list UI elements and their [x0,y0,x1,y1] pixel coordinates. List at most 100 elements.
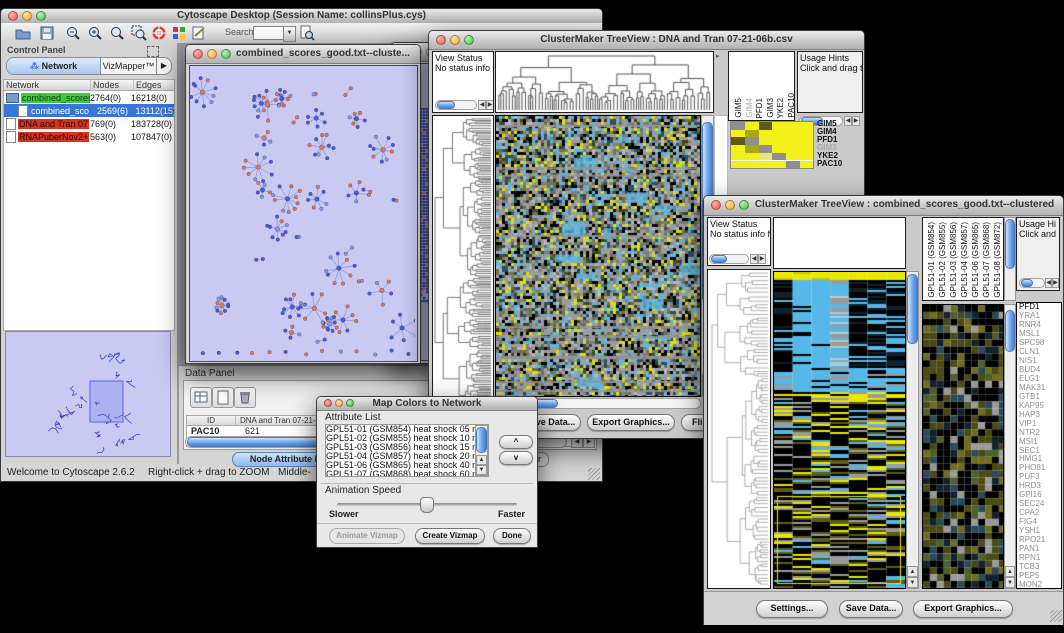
tv2-status-hscrollbar[interactable] [709,254,749,264]
heatmap-cell[interactable] [731,130,745,138]
heatmap-cell[interactable] [786,122,800,130]
heatmap-cell[interactable] [745,153,759,161]
heatmap-cell[interactable] [731,137,745,145]
tv1-button-1[interactable]: Export Graphics... [587,414,675,431]
heatmap-cell[interactable] [759,161,773,169]
scroll-down-arrow[interactable]: ▼ [1005,577,1015,588]
heatmap-cell[interactable] [786,161,800,169]
network-overview-panel[interactable] [5,331,171,457]
scroll-right-arrow[interactable]: ▶ [1052,278,1059,288]
heatmap-cell[interactable] [759,145,773,153]
scroll-down-arrow[interactable]: ▼ [907,577,918,588]
heatmap-cell[interactable] [800,145,814,153]
net1-canvas-area[interactable] [189,65,418,362]
tv1-titlebar[interactable]: ClusterMaker TreeView : DNA and Tran 07-… [429,31,864,50]
attribute-list[interactable]: GPL51-01 (GSM854) heat shock 05 min GPL51… [325,424,489,477]
heatmap-cell[interactable] [772,130,786,138]
heatmap-cell[interactable] [745,161,759,169]
tv2-heatmap[interactable] [773,271,906,589]
tv2-resize-grip[interactable] [1050,610,1062,622]
heatmap-cell[interactable] [759,153,773,161]
heatmap-cell[interactable] [772,153,786,161]
net1-titlebar[interactable]: combined_scores_good.txt--cluste... [186,45,420,64]
tab-vizmapper[interactable]: VizMapper™ [101,58,157,74]
tv1-row-dendrogram[interactable] [432,115,494,411]
animation-speed-slider[interactable] [337,503,517,506]
delete-attribute-icon[interactable] [234,387,256,408]
zoom-out-icon[interactable] [65,25,81,41]
zoom-in-icon[interactable] [87,25,103,41]
attribute-list-item[interactable]: GPL51-01 (GSM854) heat shock 05 min [326,425,488,434]
tv2-button-0[interactable]: Settings... [756,600,828,618]
float-panel-icon[interactable] [147,46,159,57]
heatmap-cell[interactable] [772,122,786,130]
search-dropdown-button[interactable]: ▼ [283,26,296,42]
map-colors-dialog[interactable]: Map Colors to Network Attribute List GPL… [316,396,538,548]
network-view-window-1[interactable]: combined_scores_good.txt--cluste... [185,44,421,364]
move-down-button[interactable]: v [499,451,533,465]
tv1-status-hscrollbar[interactable] [435,100,477,110]
heatmap-cell[interactable] [800,122,814,130]
heatmap-cell[interactable] [759,137,773,145]
help-lifering-icon[interactable] [151,25,167,41]
zoom-fit-icon[interactable] [109,25,125,41]
new-attribute-icon[interactable] [212,387,234,408]
heatmap-cell[interactable] [800,137,814,145]
dialog-titlebar[interactable]: Map Colors to Network [317,397,537,411]
attribute-list-item[interactable]: GPL51-06 (GSM865) heat shock 40 min [326,461,488,470]
vizmapper-icon[interactable] [171,25,187,41]
heatmap-cell[interactable] [759,130,773,138]
heatmap-cell[interactable] [745,122,759,130]
animate-vizmap-button[interactable]: Animate Vizmap [329,528,405,544]
close-button[interactable] [193,49,203,59]
heatmap-cell[interactable] [800,130,814,138]
minimize-button[interactable] [725,200,735,210]
scroll-right-arrow[interactable]: ▶ [758,254,766,264]
tv2-button-2[interactable]: Export Graphics... [913,600,1013,618]
network-table-row[interactable]: combined_sco2569(6)13112(15) [4,104,174,117]
heatmap-cell[interactable] [745,137,759,145]
close-button[interactable] [711,200,721,210]
heatmap-cell[interactable] [731,145,745,153]
splitter-arrow-icon[interactable]: ▸ [716,53,720,60]
tv2-labels-vscrollbar[interactable] [1004,217,1016,301]
done-button[interactable]: Done [493,528,531,544]
heatmap-cell[interactable] [772,145,786,153]
tv2-titlebar[interactable]: ClusterMaker TreeView : combined_scores_… [704,196,1063,216]
tv2-hints-hscrollbar[interactable] [1019,278,1045,288]
zoom-button[interactable] [739,200,749,210]
attribute-list-vscrollbar[interactable]: ▲ ▼ [475,425,488,476]
tv2-button-1[interactable]: Save Data... [839,600,903,618]
slider-thumb[interactable] [420,497,434,513]
treeview-window-2[interactable]: ClusterMaker TreeView : combined_scores_… [703,195,1064,625]
select-attributes-icon[interactable] [190,387,212,408]
main-resize-grip[interactable] [588,468,600,480]
heatmap-cell[interactable] [731,161,745,169]
zoom-selected-icon[interactable] [131,25,147,41]
heatmap-cell[interactable] [800,153,814,161]
open-icon[interactable] [15,25,31,41]
tv1-heatmap[interactable] [495,115,701,397]
close-button[interactable] [436,35,446,45]
scroll-up-arrow[interactable]: ▲ [1005,566,1015,577]
tv2-zoom-heatmap[interactable] [922,304,1004,589]
heatmap-cell[interactable] [759,122,773,130]
scroll-up-arrow[interactable]: ▲ [907,566,918,577]
attribute-list-item[interactable]: GPL51-04 (GSM857) heat shock 20 min [326,452,488,461]
heatmap-cell[interactable] [786,137,800,145]
save-icon[interactable] [39,25,55,41]
network-table-row[interactable]: DNA and Tran 07769(0)183728(0) [4,117,174,130]
tv1-column-dendrogram[interactable] [495,51,714,113]
scroll-left-arrow[interactable]: ◀ [1045,278,1052,288]
zoom-button[interactable] [464,35,474,45]
tv2-row-dendrogram[interactable] [707,269,771,589]
network-search-icon[interactable] [299,25,315,41]
heatmap-cell[interactable] [800,161,814,169]
network-table-row[interactable]: RNAPuberNov2+563(0)107847(0) [4,130,174,143]
search-input[interactable] [253,26,285,40]
scroll-left-arrow[interactable]: ◀ [478,100,486,110]
annotation-icon[interactable] [191,25,207,41]
heatmap-cell[interactable] [745,130,759,138]
tv1-zoom-heatmap[interactable] [730,121,814,169]
scroll-left-arrow[interactable]: ◀ [750,254,758,264]
